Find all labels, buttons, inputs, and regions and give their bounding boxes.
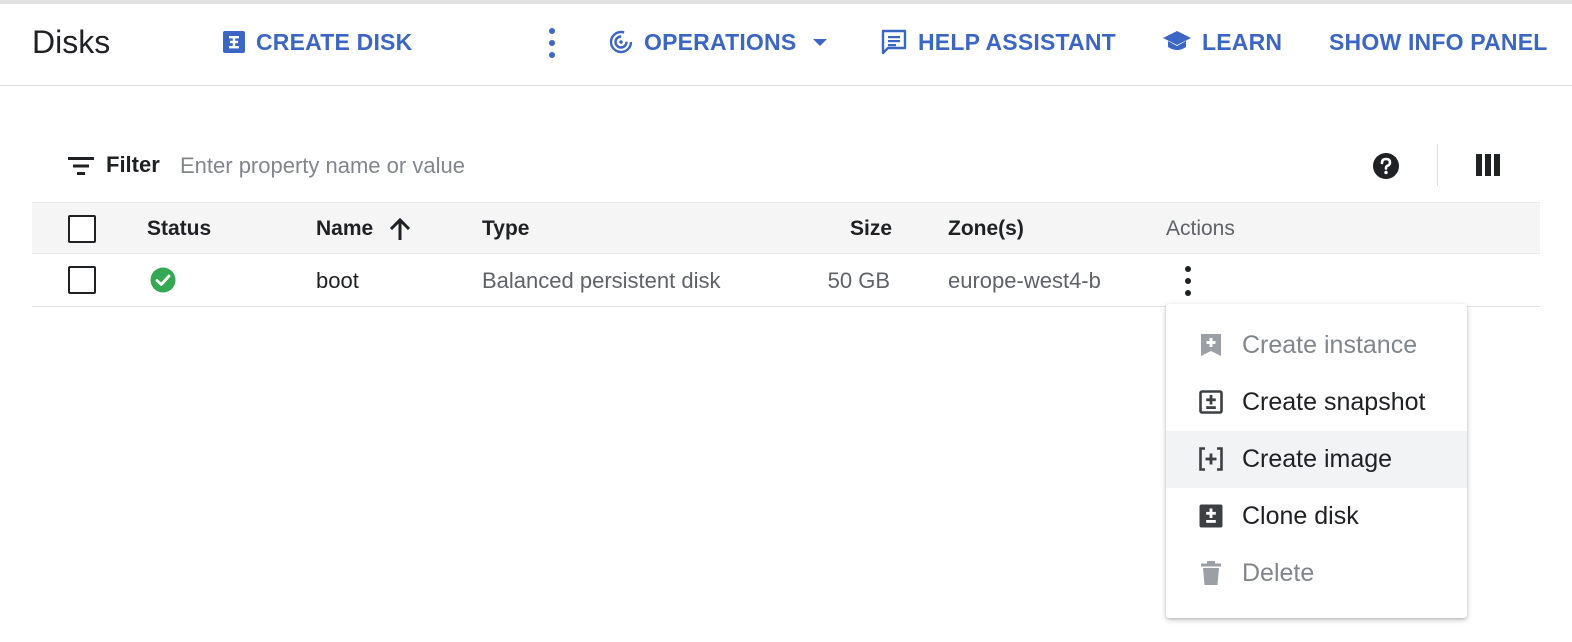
school-icon	[1163, 31, 1191, 50]
column-display-icon[interactable]	[1475, 152, 1501, 178]
row-actions-icon[interactable]	[1176, 264, 1200, 298]
chat-bubble-icon	[881, 29, 907, 55]
filter-list-icon	[68, 157, 94, 175]
show-info-panel-button[interactable]: SHOW INFO PANEL	[1329, 26, 1548, 58]
menu-item-create-snapshot[interactable]: Create snapshot	[1166, 374, 1467, 431]
row-actions-menu: Create instance Create snapshot Create i…	[1166, 304, 1467, 618]
operations-button[interactable]: OPERATIONS	[608, 26, 832, 58]
menu-item-label: Create instance	[1242, 331, 1418, 359]
add-box-icon	[223, 31, 245, 53]
create-snapshot-icon	[1199, 390, 1223, 414]
menu-item-label: Create image	[1242, 445, 1393, 473]
create-disk-button[interactable]: CREATE DISK	[222, 26, 412, 58]
show-info-panel-label: SHOW INFO PANEL	[1329, 28, 1548, 55]
arrow-drop-down-icon	[813, 39, 828, 46]
clone-disk-icon	[1199, 504, 1223, 528]
table-row: boot Balanced persistent disk 50 GB euro…	[32, 254, 1540, 307]
create-disk-label: CREATE DISK	[256, 28, 413, 55]
page-title: Disks	[32, 24, 111, 60]
menu-item-clone-disk[interactable]: Clone disk	[1166, 488, 1467, 545]
toolbar-divider	[1437, 144, 1438, 186]
operations-icon	[609, 30, 633, 54]
row-checkbox[interactable]	[68, 266, 96, 294]
table-header: Status Name Type Size Zone(s) Actions	[32, 202, 1540, 254]
create-instance-icon	[1201, 334, 1221, 356]
column-actions: Actions	[1166, 217, 1235, 240]
operations-label: OPERATIONS	[644, 28, 797, 55]
help-assistant-button[interactable]: HELP ASSISTANT	[880, 26, 1116, 58]
column-status[interactable]: Status	[147, 217, 211, 241]
menu-item-label: Clone disk	[1242, 502, 1359, 530]
column-name-label: Name	[316, 217, 374, 240]
menu-item-label: Create snapshot	[1242, 388, 1426, 416]
menu-item-label: Delete	[1242, 559, 1315, 587]
help-icon[interactable]	[1372, 152, 1400, 180]
disk-zone: europe-west4-b	[948, 268, 1101, 293]
menu-item-create-instance[interactable]: Create instance	[1166, 317, 1467, 374]
help-assistant-label: HELP ASSISTANT	[918, 28, 1116, 55]
filter-label: Filter	[106, 152, 160, 177]
disk-type: Balanced persistent disk	[482, 268, 721, 293]
disk-size: 50 GB	[827, 268, 890, 293]
learn-label: LEARN	[1202, 28, 1283, 55]
arrow-upward-icon	[390, 217, 411, 240]
more-vert-icon[interactable]	[540, 26, 564, 60]
delete-icon	[1201, 561, 1221, 585]
column-size[interactable]: Size	[850, 217, 892, 241]
learn-button[interactable]: LEARN	[1162, 26, 1282, 58]
create-image-icon	[1199, 447, 1223, 471]
disk-name-link[interactable]: boot	[316, 268, 359, 294]
menu-item-delete[interactable]: Delete	[1166, 545, 1467, 602]
column-name[interactable]: Name	[316, 217, 411, 241]
select-all-checkbox[interactable]	[68, 215, 96, 243]
filter-input[interactable]	[180, 148, 880, 184]
check-circle-icon	[150, 267, 176, 293]
page-header: Disks CREATE DISK OPERATIONS HELP ASSIST…	[0, 4, 1572, 86]
menu-item-create-image[interactable]: Create image	[1166, 431, 1467, 488]
filter-bar: Filter	[32, 140, 1540, 192]
column-zones[interactable]: Zone(s)	[948, 217, 1024, 241]
column-type[interactable]: Type	[482, 217, 529, 241]
